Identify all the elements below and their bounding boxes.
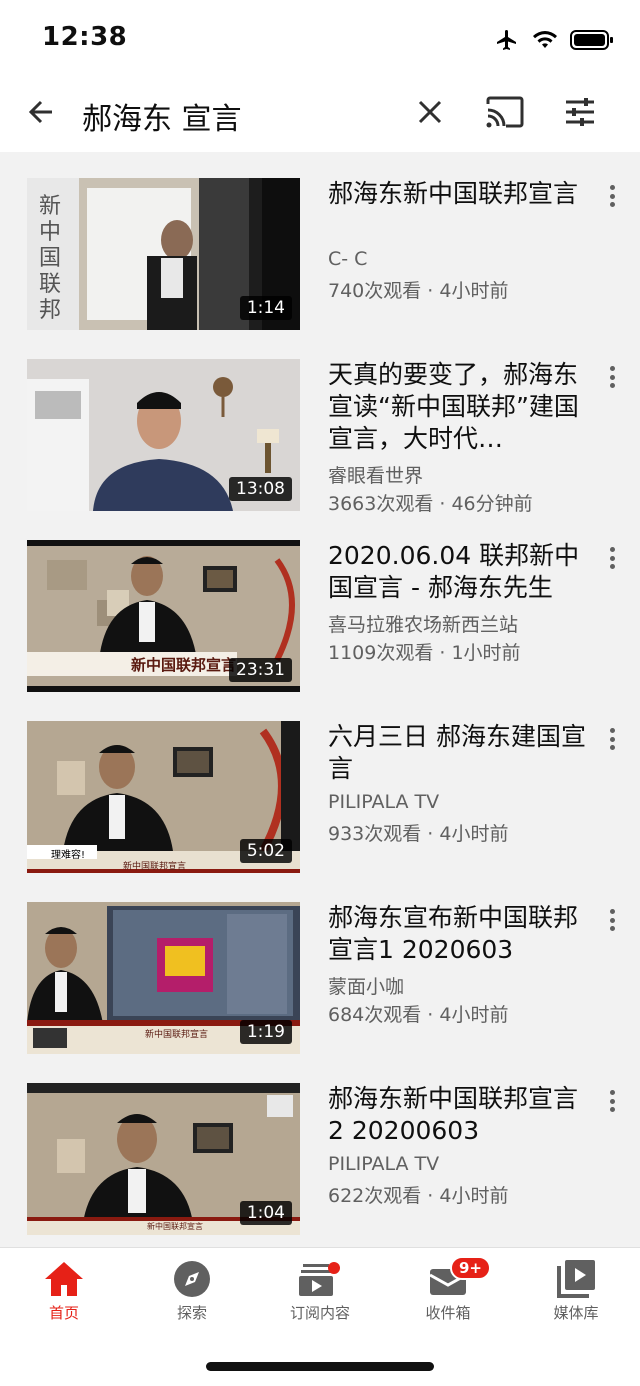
- video-duration: 23:31: [229, 658, 292, 682]
- nav-subscriptions-label: 订阅内容: [289, 1304, 350, 1322]
- video-meta: 933次观看 · 4小时前: [328, 823, 509, 845]
- battery-icon: [570, 30, 613, 50]
- library-icon: [557, 1260, 595, 1298]
- cast-button[interactable]: [484, 92, 526, 132]
- bottom-navigation: 首页 探索 订阅内容 9+ 收件箱 媒体库: [0, 1247, 640, 1386]
- wifi-icon: [533, 31, 557, 48]
- nav-explore-label: 探索: [176, 1304, 207, 1322]
- thumbnail-banner: 新中国联邦宣言: [123, 862, 187, 872]
- nav-library-label: 媒体库: [553, 1304, 599, 1322]
- more-options-button[interactable]: [600, 182, 624, 210]
- video-meta: 740次观看 · 4小时前: [328, 280, 509, 302]
- video-result[interactable]: 新中国联邦宣言 1:04 郝海东新中国联邦宣言2 20200603 PILIPA…: [0, 1057, 640, 1235]
- airplane-mode-icon: [497, 30, 516, 50]
- channel-name[interactable]: 蒙面小咖: [328, 972, 404, 999]
- video-duration: 1:19: [239, 1020, 292, 1044]
- video-title[interactable]: 郝海东新中国联邦宣言2 20200603: [328, 1083, 588, 1147]
- video-title[interactable]: 郝海东宣布新中国联邦宣言1 2020603: [328, 902, 588, 966]
- video-meta: 684次观看 · 4小时前: [328, 1004, 509, 1026]
- nav-subscriptions[interactable]: 订阅内容: [270, 1258, 370, 1328]
- status-time: 12:38: [42, 22, 128, 52]
- video-thumbnail[interactable]: 新中国联邦宣言 1:19: [27, 902, 300, 1054]
- video-meta: 622次观看 · 4小时前: [328, 1185, 509, 1207]
- channel-name[interactable]: 喜马拉雅农场新西兰站: [328, 610, 518, 637]
- video-meta: 3663次观看 · 46分钟前: [328, 493, 533, 515]
- compass-icon: [174, 1261, 210, 1297]
- nav-inbox[interactable]: 9+ 收件箱: [398, 1256, 498, 1328]
- subscriptions-icon: [299, 1262, 340, 1296]
- video-thumbnail[interactable]: 理难容! 新中国联邦宣言 5:02: [27, 721, 300, 873]
- home-icon: [45, 1262, 83, 1296]
- video-result[interactable]: 新中国联邦宣言 1:19 郝海东宣布新中国联邦宣言1 2020603 蒙面小咖 …: [0, 876, 640, 1054]
- video-title[interactable]: 郝海东新中国联邦宣言: [328, 178, 588, 210]
- nav-explore[interactable]: 探索: [142, 1258, 242, 1328]
- video-result[interactable]: 新中国联邦宣言 23:31 2020.06.04 联邦新中国宣言 - 郝海东先生…: [0, 514, 640, 692]
- nav-home[interactable]: 首页: [14, 1258, 114, 1328]
- thumbnail-caption: 新中国联邦: [39, 194, 62, 323]
- close-icon: [418, 100, 442, 124]
- thumbnail-caption: 理难容!: [51, 850, 86, 861]
- clear-search-button[interactable]: [410, 92, 450, 132]
- more-options-button[interactable]: [600, 1087, 624, 1115]
- search-input[interactable]: 郝海东 宣言: [82, 94, 242, 138]
- home-indicator[interactable]: [206, 1362, 434, 1371]
- back-button[interactable]: [22, 92, 62, 132]
- video-title[interactable]: 天真的要变了，郝海东宣读“新中国联邦”建国宣言，大时代…: [328, 359, 588, 455]
- filter-sliders-icon: [566, 98, 594, 126]
- channel-name[interactable]: 睿眼看世界: [328, 461, 423, 488]
- video-duration: 1:14: [239, 296, 292, 320]
- inbox-badge: 9+: [450, 1256, 492, 1280]
- nav-library[interactable]: 媒体库: [526, 1258, 626, 1328]
- video-result[interactable]: 13:08 天真的要变了，郝海东宣读“新中国联邦”建国宣言，大时代… 睿眼看世界…: [0, 333, 640, 515]
- video-thumbnail[interactable]: 13:08: [27, 359, 300, 511]
- back-arrow-icon: [28, 100, 52, 124]
- filter-button[interactable]: [560, 92, 600, 132]
- video-thumbnail[interactable]: 新中国联邦宣言 1:04: [27, 1083, 300, 1235]
- video-result[interactable]: 理难容! 新中国联邦宣言 5:02 六月三日 郝海东建国宣言 PILIPALA …: [0, 695, 640, 873]
- video-title[interactable]: 2020.06.04 联邦新中国宣言 - 郝海东先生: [328, 540, 588, 604]
- video-title[interactable]: 六月三日 郝海东建国宣言: [328, 721, 588, 785]
- thumbnail-banner: 新中国联邦宣言: [145, 1030, 209, 1040]
- search-header: 郝海东 宣言: [0, 78, 640, 150]
- search-results: 新中国联邦 1:14 郝海东新中国联邦宣言 C- C 740次观看 · 4小时前…: [0, 152, 640, 1247]
- cast-icon: [486, 96, 524, 128]
- thumbnail-banner: 新中国联邦宣言: [131, 656, 237, 674]
- video-meta: 1109次观看 · 1小时前: [328, 642, 521, 664]
- video-duration: 5:02: [239, 839, 292, 863]
- video-result[interactable]: 新中国联邦 1:14 郝海东新中国联邦宣言 C- C 740次观看 · 4小时前: [0, 152, 640, 330]
- more-options-button[interactable]: [600, 363, 624, 391]
- status-bar: 12:38: [0, 0, 640, 78]
- video-duration: 1:04: [239, 1201, 292, 1225]
- more-options-button[interactable]: [600, 725, 624, 753]
- status-icons: [494, 28, 614, 52]
- thumbnail-banner: 新中国联邦宣言: [147, 1222, 203, 1231]
- video-thumbnail[interactable]: 新中国联邦 1:14: [27, 178, 300, 330]
- channel-name[interactable]: PILIPALA TV: [328, 1153, 439, 1175]
- channel-name[interactable]: PILIPALA TV: [328, 791, 439, 813]
- channel-name[interactable]: C- C: [328, 248, 367, 270]
- nav-inbox-label: 收件箱: [425, 1304, 471, 1322]
- nav-home-label: 首页: [48, 1304, 79, 1322]
- video-thumbnail[interactable]: 新中国联邦宣言 23:31: [27, 540, 300, 692]
- more-options-button[interactable]: [600, 906, 624, 934]
- more-options-button[interactable]: [600, 544, 624, 572]
- video-duration: 13:08: [229, 477, 292, 501]
